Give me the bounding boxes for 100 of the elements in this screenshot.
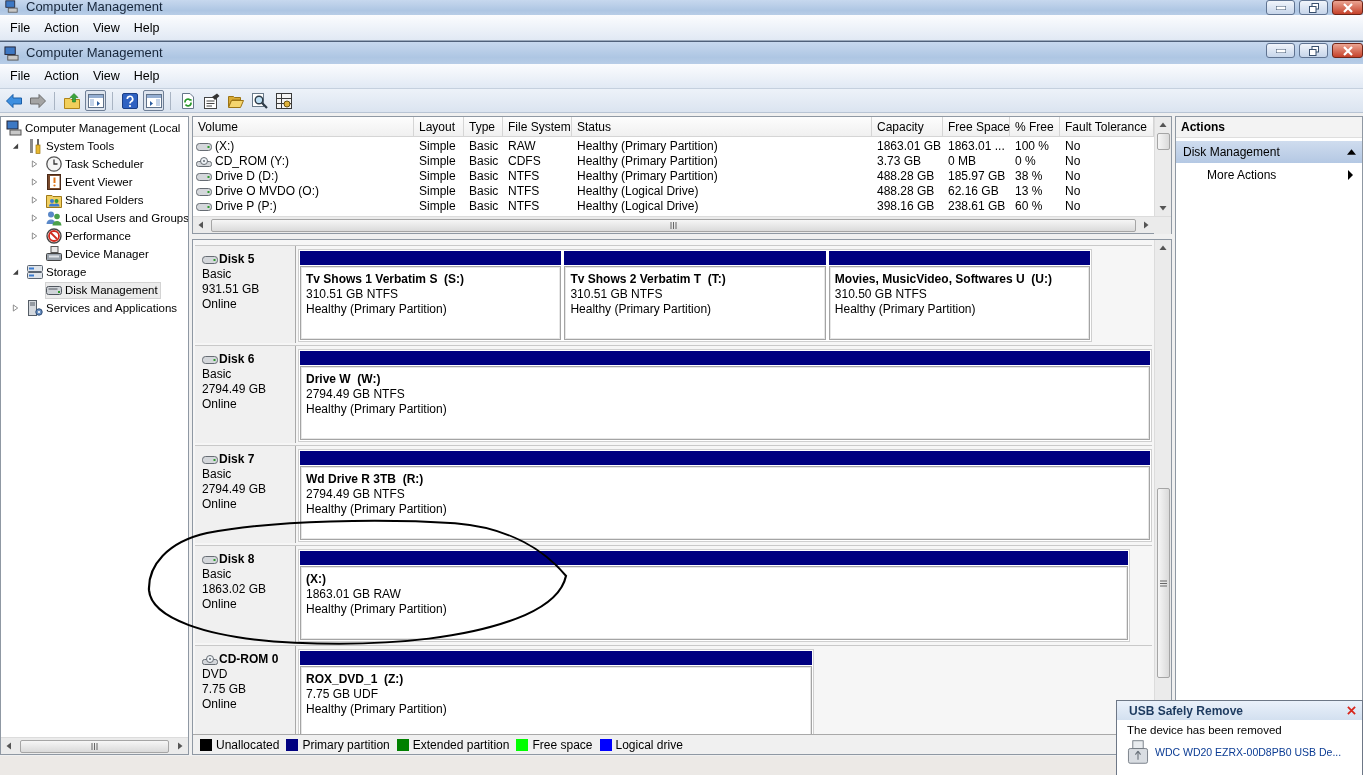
table-cell: (X:) xyxy=(215,139,235,154)
restore-button[interactable] xyxy=(1299,0,1328,15)
partition-box[interactable]: Wd Drive R 3TB (R:) 2794.49 GB NTFS Healthy (Primary Partition) xyxy=(300,466,1150,540)
find-button[interactable] xyxy=(249,90,270,111)
tree-item[interactable]: Local Users and Groups xyxy=(45,209,188,227)
restore-button[interactable] xyxy=(1299,43,1328,58)
settings-button[interactable] xyxy=(273,90,294,111)
scroll-thumb[interactable] xyxy=(211,218,1136,232)
table-cell: 398.16 GB xyxy=(877,199,935,214)
partition-size: 2794.49 GB NTFS xyxy=(306,387,406,402)
pane-toggle-button[interactable] xyxy=(85,90,106,111)
partition-box[interactable]: Tv Shows 1 Verbatim S (S:) 310.51 GB NTFS Healthy (Primary Partition) xyxy=(300,266,562,340)
minimize-button[interactable] xyxy=(1266,43,1295,58)
column-header[interactable]: Free Space xyxy=(943,117,1010,136)
left-arrow-icon[interactable] xyxy=(197,221,205,229)
left-arrow-icon[interactable] xyxy=(5,742,13,750)
legend-label: Extended partition xyxy=(412,737,510,752)
table-cell: Basic xyxy=(469,199,499,214)
up-button[interactable] xyxy=(61,90,82,111)
pane-toggle-button[interactable] xyxy=(143,90,164,111)
menu-item[interactable]: View xyxy=(85,69,127,83)
tree-item[interactable]: Disk Management xyxy=(45,281,161,299)
device-name-link[interactable]: WDC WD20 EZRX-00D8PB0 USB De... xyxy=(1155,746,1342,758)
help-button[interactable] xyxy=(119,90,140,111)
window-title: Computer Management xyxy=(26,46,163,60)
disk-info-panel[interactable]: Disk 8 Basic 1863.02 GB Online xyxy=(195,546,296,643)
minimize-button[interactable] xyxy=(1266,0,1295,15)
column-header[interactable]: Capacity xyxy=(872,117,943,136)
partition-status: Healthy (Primary Partition) xyxy=(306,502,448,517)
column-header[interactable]: File System xyxy=(503,117,572,136)
column-header[interactable]: Status xyxy=(572,117,872,136)
up-arrow-icon[interactable] xyxy=(1159,244,1167,252)
disk-info-panel[interactable]: Disk 7 Basic 2794.49 GB Online xyxy=(195,446,296,543)
down-arrow-icon[interactable] xyxy=(1159,204,1167,212)
scroll-thumb[interactable] xyxy=(1156,133,1170,150)
minimize-icon xyxy=(1275,5,1286,10)
tree-item[interactable]: Event Viewer xyxy=(45,173,136,191)
partition-size: 1863.01 GB RAW xyxy=(306,587,402,602)
menu-item[interactable]: Action xyxy=(37,69,86,83)
close-button[interactable] xyxy=(1332,43,1363,58)
close-button[interactable] xyxy=(1332,0,1363,15)
scrollbar[interactable] xyxy=(1,737,188,754)
disk-size: 7.75 GB xyxy=(202,682,248,697)
menu-item[interactable]: Help xyxy=(126,20,167,35)
computer-icon xyxy=(3,0,20,13)
partition-box[interactable]: Movies, MusicVideo, Softwares U (U:) 310.50 GB NTFS Healthy (Primary Partition) xyxy=(828,266,1091,340)
folder-up-icon xyxy=(63,92,80,109)
table-cell: 1863.01 ... xyxy=(948,139,1005,154)
up-arrow-icon[interactable] xyxy=(1159,121,1167,129)
printer-icon xyxy=(46,246,62,262)
scrollbar[interactable] xyxy=(1154,117,1171,216)
table-cell: No xyxy=(1065,169,1081,184)
partition-box[interactable]: Drive W (W:) 2794.49 GB NTFS Healthy (Primary Partition) xyxy=(300,366,1150,440)
column-header[interactable]: % Free xyxy=(1010,117,1060,136)
table-cell: 238.61 GB xyxy=(948,199,1006,214)
action-section[interactable]: Disk Management xyxy=(1176,141,1362,163)
table-cell: Healthy (Primary Partition) xyxy=(577,154,718,169)
menu-item[interactable]: File xyxy=(3,69,38,83)
grip-icon xyxy=(1159,579,1167,587)
tree-item[interactable]: Device Manager xyxy=(45,245,152,263)
tree-item[interactable]: Performance xyxy=(45,227,134,245)
clock-icon xyxy=(46,156,62,172)
menu-item[interactable]: File xyxy=(3,20,38,35)
scroll-thumb[interactable] xyxy=(1156,488,1170,678)
table-cell: NTFS xyxy=(508,184,540,199)
partition-name: (X:) xyxy=(306,572,327,587)
tree-item[interactable]: Shared Folders xyxy=(45,191,147,209)
right-arrow-icon[interactable] xyxy=(176,742,184,750)
partition-box[interactable]: Tv Shows 2 Verbatim T (T:) 310.51 GB NTFS Healthy (Primary Partition) xyxy=(564,266,826,340)
menu-item[interactable]: Help xyxy=(126,69,167,83)
tree-caret-icon[interactable] xyxy=(11,268,19,276)
drive-icon xyxy=(196,186,212,197)
column-header[interactable]: Layout xyxy=(414,117,464,136)
right-arrow-icon[interactable] xyxy=(1142,221,1150,229)
table-cell: 38 % xyxy=(1015,169,1043,184)
action-item[interactable]: More Actions xyxy=(1176,163,1362,187)
column-header[interactable]: Type xyxy=(464,117,503,136)
disk-info-panel[interactable]: Disk 6 Basic 2794.49 GB Online xyxy=(195,346,296,443)
tree-item[interactable]: Computer Management (Local xyxy=(5,119,184,137)
menu-item[interactable]: View xyxy=(85,20,127,35)
partition-box[interactable]: (X:) 1863.01 GB RAW Healthy (Primary Partition) xyxy=(300,566,1128,640)
partition-size: 7.75 GB UDF xyxy=(306,687,380,702)
partition-box[interactable]: ROX_DVD_1 (Z:) 7.75 GB UDF Healthy (Primary Partition) xyxy=(300,666,812,734)
tree-item[interactable]: Storage xyxy=(26,263,90,281)
scroll-thumb[interactable] xyxy=(20,739,169,753)
scrollbar[interactable] xyxy=(193,216,1171,233)
close-icon[interactable] xyxy=(1347,706,1356,715)
disk-size: 2794.49 GB xyxy=(202,382,268,397)
tree-item[interactable]: Services and Applications xyxy=(26,299,181,317)
menu-item[interactable]: Action xyxy=(37,20,86,35)
disk-status: Online xyxy=(202,497,238,512)
column-header[interactable]: Volume xyxy=(193,117,414,136)
disk-size: 931.51 GB xyxy=(202,282,261,297)
disk-info-panel[interactable]: CD-ROM 0 DVD 7.75 GB Online xyxy=(195,646,296,734)
server-icon xyxy=(27,300,43,316)
partition-size: 2794.49 GB NTFS xyxy=(306,487,406,502)
disk-info-panel[interactable]: Disk 5 Basic 931.51 GB Online xyxy=(195,246,296,343)
tree-caret-icon[interactable] xyxy=(11,142,19,150)
tree-item[interactable]: System Tools xyxy=(26,137,118,155)
tree-item[interactable]: Task Scheduler xyxy=(45,155,147,173)
